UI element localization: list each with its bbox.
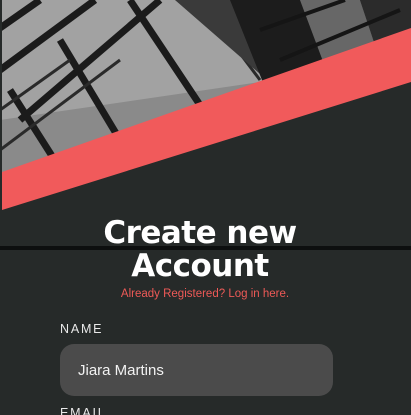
building-ceiling-image (0, 0, 411, 250)
page-title-line1: Create new (103, 215, 297, 251)
name-field[interactable] (60, 344, 333, 396)
page-title-line2: Account (131, 248, 269, 284)
signup-screen: Create new Account Already Registered? L… (0, 0, 411, 415)
hero-image (0, 0, 411, 250)
login-link[interactable]: Already Registered? Log in here. (0, 288, 410, 300)
name-label: NAME (60, 322, 104, 336)
email-label: EMAIL (60, 406, 107, 415)
